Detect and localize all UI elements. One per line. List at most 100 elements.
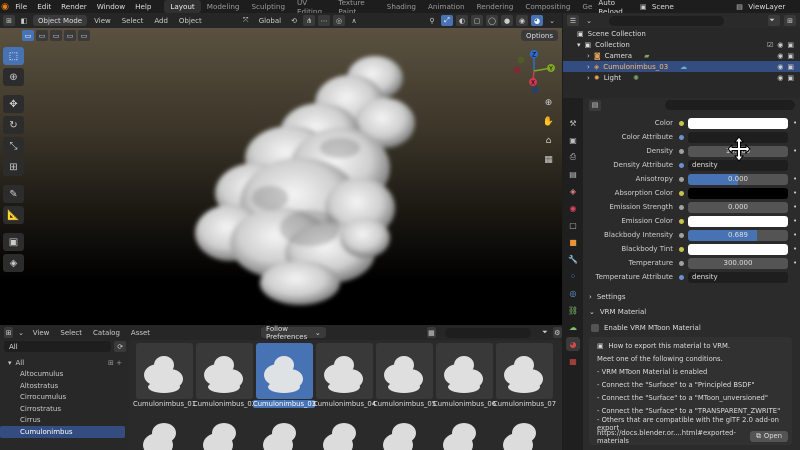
- snap-icon[interactable]: ⋔: [303, 15, 316, 26]
- view-layer-tab-icon[interactable]: ▤: [566, 167, 580, 181]
- blender-logo-icon[interactable]: ◉: [0, 0, 10, 13]
- rendered-shading-icon[interactable]: ◕: [531, 15, 543, 26]
- ortho-grid-icon[interactable]: ▦: [542, 153, 555, 166]
- select-subtract-icon[interactable]: ▭: [50, 30, 62, 41]
- catalog-filter-dropdown[interactable]: All: [4, 341, 112, 352]
- transform-icon[interactable]: ⊞: [3, 158, 24, 176]
- view-layer-selector[interactable]: ViewLayer: [744, 2, 800, 11]
- rotate-icon[interactable]: ↻: [3, 116, 24, 134]
- move-icon[interactable]: ✥: [3, 95, 24, 113]
- catalog-item-all[interactable]: ▾ All ⊞ +: [0, 357, 130, 369]
- shading-options-icon[interactable]: ⌄: [546, 15, 558, 26]
- settings-gear-icon[interactable]: ⚙: [552, 327, 563, 338]
- asset-thumbnail[interactable]: [496, 343, 553, 399]
- tab-animation[interactable]: Animation: [422, 0, 471, 13]
- xray-icon[interactable]: ▢: [471, 15, 483, 26]
- tab-modeling[interactable]: Modeling: [201, 0, 246, 13]
- menu-edit[interactable]: Edit: [32, 2, 56, 11]
- menu-help[interactable]: Help: [130, 2, 156, 11]
- output-tab-icon[interactable]: ⎙: [566, 150, 580, 164]
- select-invert-icon[interactable]: ▭: [64, 30, 76, 41]
- settings-panel-header[interactable]: › Settings: [583, 290, 800, 304]
- select-new-icon[interactable]: ▭: [22, 30, 34, 41]
- property-field[interactable]: [688, 117, 788, 129]
- menu-asset[interactable]: Asset: [127, 329, 154, 337]
- eye-icon[interactable]: ◉: [777, 52, 783, 60]
- tab-sculpting[interactable]: Sculpting: [245, 0, 291, 13]
- properties-editor-icon[interactable]: ▤: [589, 99, 601, 111]
- menu-view[interactable]: View: [29, 329, 54, 337]
- render-icon[interactable]: ▣: [787, 74, 794, 82]
- menu-select[interactable]: Select: [118, 17, 148, 25]
- visibility-icon[interactable]: ⚲: [426, 15, 438, 26]
- eye-icon[interactable]: ◉: [777, 63, 783, 71]
- open-button[interactable]: ⧉ Open: [749, 431, 788, 442]
- add-primitive-icon[interactable]: ◈: [3, 254, 24, 272]
- outliner-row-collection[interactable]: ▾ ▣ Collection ☑ ◉ ▣: [563, 39, 800, 50]
- asset-thumbnail[interactable]: [256, 343, 313, 399]
- constraints-tab-icon[interactable]: ⛓: [566, 303, 580, 317]
- outliner-scene-collection[interactable]: ▣ Scene Collection: [563, 28, 800, 39]
- keyframe-icon[interactable]: •: [793, 259, 797, 267]
- annotate-icon[interactable]: ✎: [3, 185, 24, 203]
- expand-arrow-icon[interactable]: ›: [587, 52, 590, 60]
- outliner-editor-icon[interactable]: ☰: [567, 15, 579, 26]
- asset-thumbnail[interactable]: [256, 413, 313, 450]
- asset-thumbnail[interactable]: [316, 413, 373, 450]
- data-tab-icon[interactable]: ☁: [566, 320, 580, 334]
- enable-vrm-checkbox-row[interactable]: Enable VRM MToon Material: [583, 321, 800, 335]
- snap-target-icon[interactable]: ⋯: [318, 15, 331, 26]
- select-box-icon[interactable]: ⬚: [3, 47, 24, 65]
- scene-selector[interactable]: Scene: [648, 2, 735, 11]
- library-dropdown[interactable]: Follow Preferences ⌄: [261, 325, 326, 341]
- keyframe-icon[interactable]: •: [793, 189, 797, 197]
- property-field[interactable]: density: [688, 271, 788, 283]
- asset-editor-icon[interactable]: ⊞: [4, 327, 14, 338]
- scale-icon[interactable]: ⤡: [3, 137, 24, 155]
- keyframe-icon[interactable]: •: [793, 203, 797, 211]
- expand-arrow-icon[interactable]: ›: [587, 74, 590, 82]
- add-cube-icon[interactable]: ▣: [3, 233, 24, 251]
- filter-icon[interactable]: ⏷: [768, 15, 780, 26]
- property-field[interactable]: [688, 187, 788, 199]
- 3d-viewport[interactable]: [0, 28, 562, 325]
- catalog-item-selected[interactable]: Cumulonimbus: [0, 426, 125, 438]
- socket-dot-icon[interactable]: [679, 246, 684, 252]
- outliner-row-light[interactable]: › ✹ Light ✺ ◉ ▣: [563, 72, 800, 83]
- property-field[interactable]: [688, 243, 788, 255]
- proportional-edit-icon[interactable]: ◎: [333, 15, 346, 26]
- tab-rendering[interactable]: Rendering: [471, 0, 520, 13]
- catalog-item[interactable]: Cirrocumulus: [0, 392, 130, 404]
- editor-type-icon[interactable]: ⊞: [3, 15, 15, 26]
- property-field[interactable]: 0.000: [688, 201, 788, 213]
- tab-more[interactable]: Ge: [576, 0, 598, 13]
- vrm-material-panel-header[interactable]: ⌄ VRM Material: [583, 305, 800, 319]
- refresh-icon[interactable]: ⟳: [114, 341, 126, 352]
- tab-compositing[interactable]: Compositing: [519, 0, 576, 13]
- render-icon[interactable]: ▣: [787, 52, 794, 60]
- keyframe-icon[interactable]: •: [793, 175, 797, 183]
- property-field[interactable]: [688, 215, 788, 227]
- display-mode-icon[interactable]: ▦: [426, 327, 437, 338]
- menu-object[interactable]: Object: [175, 17, 206, 25]
- display-mode-icon[interactable]: ⌄: [583, 15, 595, 26]
- zoom-icon[interactable]: ⊕: [542, 96, 555, 109]
- outliner-row-cumulonimbus[interactable]: › ◈ Cumulonimbus_03 ☁ ◉ ▣: [563, 61, 800, 72]
- checkbox-icon[interactable]: ☑: [767, 41, 773, 49]
- material-shading-icon[interactable]: ◉: [516, 15, 528, 26]
- menu-window[interactable]: Window: [92, 2, 130, 11]
- asset-thumbnail[interactable]: [136, 413, 193, 450]
- asset-thumbnail[interactable]: [136, 343, 193, 399]
- tool-tab-icon[interactable]: ⚒: [566, 116, 580, 130]
- gizmo-toggle-icon[interactable]: ⤢: [441, 15, 453, 26]
- catalog-item[interactable]: Cirrostratus: [0, 403, 130, 415]
- cursor-icon[interactable]: ⊕: [3, 68, 24, 86]
- measure-icon[interactable]: 📐: [3, 206, 24, 224]
- falloff-icon[interactable]: ∧: [348, 15, 360, 26]
- keyframe-icon[interactable]: •: [793, 231, 797, 239]
- asset-thumbnail[interactable]: [196, 413, 253, 450]
- catalog-item[interactable]: Cirrus: [0, 415, 130, 427]
- asset-thumbnail[interactable]: [436, 413, 493, 450]
- view-layer-icon[interactable]: ▤: [735, 1, 744, 12]
- wireframe-shading-icon[interactable]: ◯: [486, 15, 498, 26]
